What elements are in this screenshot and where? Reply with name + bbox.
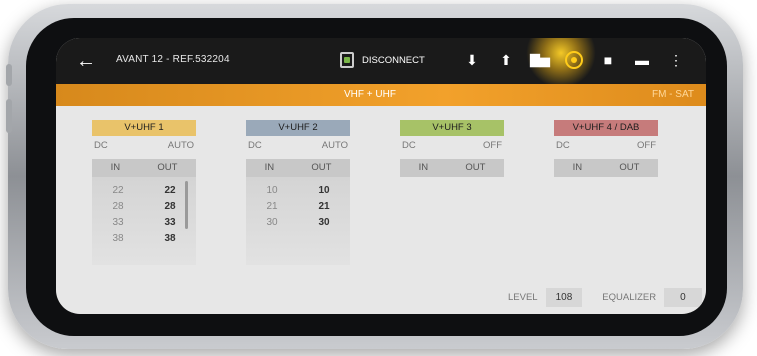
channel-panel-3: V+UHF 3 DC OFF IN OUT [400, 120, 504, 177]
dc-mode-value: AUTO [321, 140, 348, 151]
disconnect-icon [340, 52, 354, 68]
folder-icon[interactable]: ▬ [632, 49, 652, 71]
out-value: 21 [318, 201, 330, 212]
dc-row[interactable]: DC OFF [554, 136, 658, 155]
panel-title[interactable]: V+UHF 2 [246, 120, 350, 136]
out-header: OUT [157, 162, 178, 173]
io-header: IN OUT [92, 159, 196, 177]
tab-vhf-uhf[interactable]: VHF + UHF [344, 89, 396, 100]
channel-list[interactable]: 22 22 28 28 33 33 38 38 [92, 177, 196, 265]
out-value: 22 [164, 185, 176, 196]
settings-icon[interactable] [564, 49, 584, 71]
channel-panel-2: V+UHF 2 DC AUTO IN OUT 10 10 21 21 30 30 [246, 120, 350, 265]
top-bar: ← AVANT 12 - REF.532204 DISCONNECT ⬇ ⬆ ▇… [56, 38, 706, 88]
list-item[interactable]: 38 38 [92, 231, 196, 247]
dc-label: DC [248, 140, 262, 151]
tab-bar: VHF + UHF FM - SAT [56, 84, 706, 106]
in-value: 21 [266, 201, 278, 212]
tab-fm-sat[interactable]: FM - SAT [652, 89, 694, 100]
out-header: OUT [311, 162, 332, 173]
dc-mode-value: OFF [483, 140, 502, 151]
back-arrow-icon[interactable]: ← [76, 50, 96, 73]
toolbar: ⬇ ⬆ ▇▅ ■ ▬ ⋮ [462, 49, 686, 71]
io-header: IN OUT [400, 159, 504, 177]
list-item[interactable]: 33 33 [92, 215, 196, 231]
out-value: 28 [164, 201, 176, 212]
upload-icon[interactable]: ⬆ [496, 49, 516, 71]
in-header: IN [110, 162, 121, 173]
download-icon[interactable]: ⬇ [462, 49, 482, 71]
phone-side-button [6, 64, 12, 86]
out-value: 10 [318, 185, 330, 196]
panel-title[interactable]: V+UHF 3 [400, 120, 504, 136]
in-value: 22 [112, 185, 124, 196]
app-screen: ← AVANT 12 - REF.532204 DISCONNECT ⬇ ⬆ ▇… [56, 38, 706, 314]
in-value: 30 [266, 217, 278, 228]
out-value: 38 [164, 233, 176, 244]
dc-label: DC [556, 140, 570, 151]
equalizer-label: EQUALIZER [602, 292, 657, 303]
bar-chart-icon[interactable]: ▇▅ [530, 49, 550, 71]
panel-title[interactable]: V+UHF 4 / DAB [554, 120, 658, 136]
dc-mode-value: OFF [637, 140, 656, 151]
list-item[interactable]: 10 10 [246, 183, 350, 199]
dc-mode-value: AUTO [167, 140, 194, 151]
in-value: 33 [112, 217, 124, 228]
level-label: LEVEL [508, 292, 538, 303]
in-value: 10 [266, 185, 278, 196]
list-item[interactable]: 22 22 [92, 183, 196, 199]
list-item[interactable]: 21 21 [246, 199, 350, 215]
in-header: IN [264, 162, 275, 173]
io-header: IN OUT [554, 159, 658, 177]
disconnect-button[interactable]: DISCONNECT [340, 50, 425, 70]
out-header: OUT [465, 162, 486, 173]
dc-row[interactable]: DC OFF [400, 136, 504, 155]
disconnect-label: DISCONNECT [362, 54, 425, 66]
level-value[interactable]: 108 [545, 288, 583, 307]
list-item[interactable]: 28 28 [92, 199, 196, 215]
phone-frame: ← AVANT 12 - REF.532204 DISCONNECT ⬇ ⬆ ▇… [6, 4, 743, 349]
save-icon[interactable]: ■ [598, 49, 618, 71]
list-scrollbar[interactable] [185, 181, 188, 229]
settings-gear-icon [565, 51, 583, 69]
out-value: 30 [318, 217, 330, 228]
in-value: 28 [112, 201, 124, 212]
in-header: IN [572, 162, 583, 173]
channel-panel-1: V+UHF 1 DC AUTO IN OUT 22 22 28 28 33 33… [92, 120, 196, 265]
equalizer-value[interactable]: 0 [664, 288, 702, 307]
channel-list[interactable]: 10 10 21 21 30 30 [246, 177, 350, 265]
out-value: 33 [164, 217, 176, 228]
level-controls: LEVEL 108 EQUALIZER 0 [508, 288, 702, 307]
panel-title[interactable]: V+UHF 1 [92, 120, 196, 136]
dc-label: DC [402, 140, 416, 151]
dc-row[interactable]: DC AUTO [92, 136, 196, 155]
in-header: IN [418, 162, 429, 173]
io-header: IN OUT [246, 159, 350, 177]
more-icon[interactable]: ⋮ [666, 49, 686, 71]
dc-label: DC [94, 140, 108, 151]
list-item[interactable]: 30 30 [246, 215, 350, 231]
phone-volume-button [6, 99, 12, 133]
phone-bezel: ← AVANT 12 - REF.532204 DISCONNECT ⬇ ⬆ ▇… [26, 18, 727, 336]
in-value: 38 [112, 233, 124, 244]
app-title: AVANT 12 - REF.532204 [116, 54, 230, 65]
dc-row[interactable]: DC AUTO [246, 136, 350, 155]
channel-panel-4: V+UHF 4 / DAB DC OFF IN OUT [554, 120, 658, 177]
out-header: OUT [619, 162, 640, 173]
